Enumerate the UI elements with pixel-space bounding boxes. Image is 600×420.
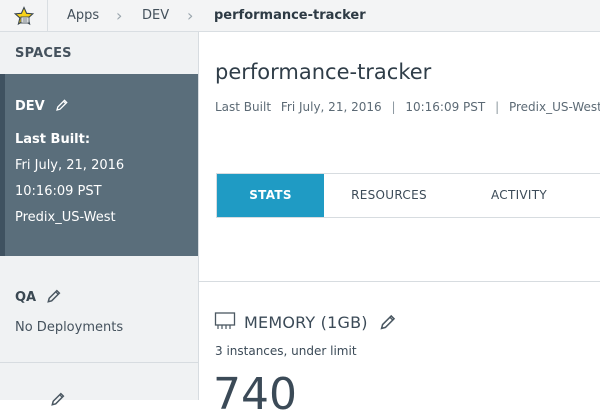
breadcrumb-apps[interactable]: Apps — [67, 0, 99, 31]
breadcrumb-dev[interactable]: DEV — [142, 0, 169, 31]
memory-value: 740 — [213, 369, 297, 420]
last-built-date: Fri July, 21, 2016 — [15, 158, 125, 173]
separator: | — [495, 100, 500, 114]
sidebar: SPACES DEV Last Built: Fri July, 21, 201… — [0, 32, 199, 406]
favorites-button[interactable] — [0, 0, 48, 31]
page-title: performance-tracker — [215, 60, 432, 84]
star-icon — [13, 5, 34, 25]
pencil-icon[interactable] — [379, 313, 397, 331]
meta-date: Fri July, 21, 2016 — [280, 100, 382, 114]
chevron-right-icon: › — [116, 6, 123, 25]
build-meta: Last Built Fri July, 21, 2016 | 10:16:09… — [215, 100, 600, 114]
sidebar-item[interactable] — [0, 363, 198, 406]
pencil-icon[interactable] — [55, 98, 69, 112]
space-name: QA — [15, 290, 37, 305]
sidebar-item-dev[interactable]: DEV Last Built: Fri July, 21, 2016 10:16… — [0, 74, 198, 256]
memory-chip-icon — [214, 312, 236, 329]
pencil-icon[interactable] — [46, 288, 62, 304]
last-built-time: 10:16:09 PST — [15, 184, 102, 199]
tab-stats[interactable]: STATS — [217, 174, 324, 217]
memory-subtitle: 3 instances, under limit — [215, 344, 357, 358]
top-bar: Apps › DEV › performance-tracker — [0, 0, 600, 32]
space-name: DEV — [15, 99, 45, 114]
memory-title: MEMORY (1GB) — [244, 313, 368, 332]
meta-label: Last Built — [215, 100, 272, 114]
last-built-label: Last Built: — [15, 132, 91, 147]
section-divider — [199, 281, 600, 282]
spaces-heading: SPACES — [15, 46, 72, 61]
sidebar-item-qa[interactable]: QA No Deployments — [0, 256, 198, 363]
separator: | — [391, 100, 396, 114]
tab-activity[interactable]: ACTIVITY — [454, 174, 584, 217]
pencil-icon[interactable] — [50, 391, 66, 407]
chevron-right-icon: › — [187, 6, 194, 25]
meta-region: Predix_US-West — [508, 100, 600, 114]
space-status: No Deployments — [15, 320, 124, 335]
breadcrumb-current: performance-tracker — [214, 8, 366, 23]
tab-resources[interactable]: RESOURCES — [324, 174, 454, 217]
meta-time: 10:16:09 PST — [405, 100, 486, 114]
region: Predix_US-West — [15, 210, 116, 225]
tab-bar: STATS RESOURCES ACTIVITY — [216, 173, 600, 218]
